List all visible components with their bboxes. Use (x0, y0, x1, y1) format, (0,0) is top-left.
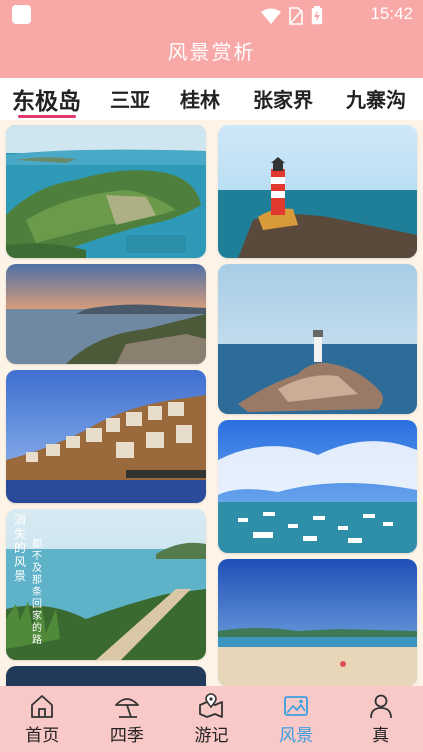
hillside-village-image (6, 370, 206, 503)
home-icon (31, 695, 54, 718)
photo-card-partial[interactable] (6, 666, 206, 686)
app-notification-icon (12, 5, 31, 24)
nav-scenery-label: 风景 (279, 726, 314, 746)
photo-card-harbor-boats[interactable] (218, 420, 417, 553)
island-aerial-image (6, 125, 206, 258)
nav-travel-notes-label: 游记 (194, 726, 229, 746)
battery-charging-icon (311, 6, 323, 25)
lighthouse-islet-image (218, 264, 417, 414)
tab-jiuzhaigou[interactable]: 九寨沟 (346, 84, 406, 113)
photo-card-lighthouse-rocks[interactable] (218, 125, 417, 258)
partial-photo-image (6, 666, 206, 686)
nav-travel-notes[interactable]: 游记 (169, 686, 254, 752)
bottom-navigation: 首页 四季 游记 风景 真 (0, 686, 423, 752)
island-sunset-image (6, 264, 206, 364)
nav-home-label: 首页 (25, 726, 60, 746)
beach-umbrella-icon (114, 698, 139, 718)
wifi-icon (261, 8, 281, 24)
picture-icon (284, 696, 308, 716)
harbor-boats-image (218, 420, 417, 553)
poem-line-2: 都不及那条回家的路 (32, 539, 42, 646)
poem-line-1: 消失的风景 (14, 513, 27, 583)
photo-card-island-aerial[interactable] (6, 125, 206, 258)
photo-card-island-sunset[interactable] (6, 264, 206, 364)
map-pin-icon (199, 693, 224, 718)
photo-gallery[interactable]: 消失的风景 都不及那条回家的路 (0, 120, 423, 686)
status-time: 15:42 (370, 4, 413, 23)
person-icon (369, 694, 392, 719)
lighthouse-rocks-image (218, 125, 417, 258)
status-bar: 15:42 (0, 0, 423, 30)
tab-dongji-island[interactable]: 东极岛 (12, 82, 81, 116)
nav-seasons-label: 四季 (109, 726, 144, 746)
beach-image (218, 559, 417, 686)
nav-profile-label: 真 (372, 726, 390, 746)
nav-seasons[interactable]: 四季 (85, 686, 170, 752)
tab-sanya[interactable]: 三亚 (110, 84, 150, 113)
photo-card-beach[interactable] (218, 559, 417, 686)
page-title: 风景赏析 (0, 30, 423, 78)
nav-home[interactable]: 首页 (0, 686, 85, 752)
photo-card-hillside-village[interactable] (6, 370, 206, 503)
no-sim-icon (289, 6, 303, 25)
category-tabs: 东极岛 三亚 桂林 张家界 九寨沟 (0, 78, 423, 120)
photo-card-lighthouse-islet[interactable] (218, 264, 417, 414)
nav-profile[interactable]: 真 (338, 686, 423, 752)
photo-card-coast-poem[interactable]: 消失的风景 都不及那条回家的路 (6, 509, 206, 660)
tab-active-indicator (18, 115, 76, 118)
tab-zhangjiajie[interactable]: 张家界 (253, 84, 313, 113)
nav-scenery[interactable]: 风景 (254, 686, 339, 752)
tab-guilin[interactable]: 桂林 (180, 84, 220, 113)
status-icons (261, 6, 323, 25)
